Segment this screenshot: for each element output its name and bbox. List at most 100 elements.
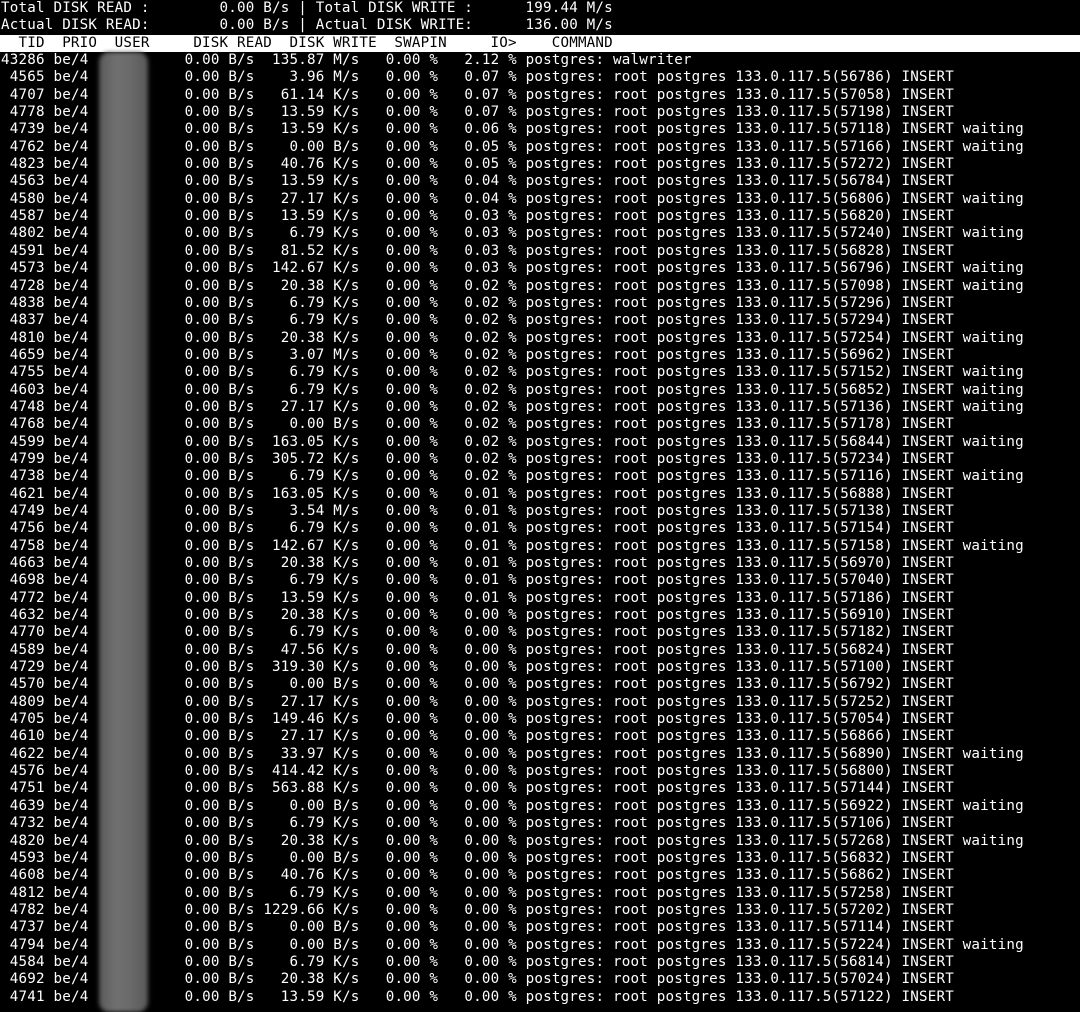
process-row[interactable]: 4732 be/4 0.00 B/s 6.79 K/s 0.00 % 0.00 … <box>0 815 1080 832</box>
io-cell: 0.00 % <box>446 780 517 797</box>
process-row[interactable]: 4802 be/4 0.00 B/s 6.79 K/s 0.00 % 0.03 … <box>0 225 1080 242</box>
process-row[interactable]: 4782 be/4 0.00 B/s 1229.66 K/s 0.00 % 0.… <box>0 902 1080 919</box>
process-row[interactable]: 4729 be/4 0.00 B/s 319.30 K/s 0.00 % 0.0… <box>0 659 1080 676</box>
process-row[interactable]: 4570 be/4 0.00 B/s 0.00 B/s 0.00 % 0.00 … <box>0 676 1080 693</box>
process-row[interactable]: 4762 be/4 0.00 B/s 0.00 B/s 0.00 % 0.05 … <box>0 139 1080 156</box>
process-row[interactable]: 4768 be/4 0.00 B/s 0.00 B/s 0.00 % 0.02 … <box>0 416 1080 433</box>
process-row[interactable]: 4812 be/4 0.00 B/s 6.79 K/s 0.00 % 0.00 … <box>0 885 1080 902</box>
command-cell: postgres: root postgres 133.0.117.5(5686… <box>525 867 954 884</box>
prio-cell: be/4 <box>53 398 98 415</box>
tid-cell: 4591 <box>1 242 45 259</box>
process-row[interactable]: 4799 be/4 0.00 B/s 305.72 K/s 0.00 % 0.0… <box>0 451 1080 468</box>
process-row[interactable]: 4563 be/4 0.00 B/s 13.59 K/s 0.00 % 0.04… <box>0 173 1080 190</box>
io-cell: 0.02 % <box>446 416 517 433</box>
process-row[interactable]: 4639 be/4 0.00 B/s 0.00 B/s 0.00 % 0.00 … <box>0 798 1080 815</box>
io-cell: 0.01 % <box>446 555 517 571</box>
process-row[interactable]: 4692 be/4 0.00 B/s 20.38 K/s 0.00 % 0.00… <box>0 971 1080 988</box>
process-row[interactable]: 4748 be/4 0.00 B/s 27.17 K/s 0.00 % 0.02… <box>0 399 1080 416</box>
process-row[interactable]: 4838 be/4 0.00 B/s 6.79 K/s 0.00 % 0.02 … <box>0 295 1080 312</box>
prio-cell: be/4 <box>53 641 98 658</box>
io-cell: 0.02 % <box>446 312 517 329</box>
tid-cell: 4599 <box>1 433 45 450</box>
process-row[interactable]: 4591 be/4 0.00 B/s 81.52 K/s 0.00 % 0.03… <box>0 243 1080 260</box>
process-row[interactable]: 4659 be/4 0.00 B/s 3.07 M/s 0.00 % 0.02 … <box>0 347 1080 364</box>
command-cell: postgres: root postgres 133.0.117.5(5724… <box>525 225 1024 242</box>
prio-cell: be/4 <box>53 381 98 398</box>
process-row[interactable]: 4820 be/4 0.00 B/s 20.38 K/s 0.00 % 0.00… <box>0 833 1080 850</box>
prio-cell: be/4 <box>53 936 98 953</box>
tid-cell: 4580 <box>1 190 45 207</box>
io-cell: 0.01 % <box>446 537 517 554</box>
process-row[interactable]: 4573 be/4 0.00 B/s 142.67 K/s 0.00 % 0.0… <box>0 260 1080 277</box>
process-row[interactable]: 4738 be/4 0.00 B/s 6.79 K/s 0.00 % 0.02 … <box>0 468 1080 485</box>
swapin-cell: 0.00 % <box>368 260 439 277</box>
swapin-cell: 0.00 % <box>368 52 439 69</box>
process-row[interactable]: 4770 be/4 0.00 B/s 6.79 K/s 0.00 % 0.00 … <box>0 624 1080 641</box>
process-row[interactable]: 4772 be/4 0.00 B/s 13.59 K/s 0.00 % 0.01… <box>0 590 1080 607</box>
prio-cell: be/4 <box>53 312 98 329</box>
swapin-cell: 0.00 % <box>368 589 439 606</box>
tid-cell: 4738 <box>1 468 45 485</box>
prio-cell: be/4 <box>53 485 98 502</box>
swapin-cell: 0.00 % <box>368 69 439 86</box>
tid-cell: 4632 <box>1 607 45 624</box>
process-row[interactable]: 4794 be/4 0.00 B/s 0.00 B/s 0.00 % 0.00 … <box>0 937 1080 954</box>
swapin-cell: 0.00 % <box>368 849 439 866</box>
prio-cell: be/4 <box>53 867 98 884</box>
process-row[interactable]: 4608 be/4 0.00 B/s 40.76 K/s 0.00 % 0.00… <box>0 867 1080 884</box>
process-row[interactable]: 4749 be/4 0.00 B/s 3.54 M/s 0.00 % 0.01 … <box>0 503 1080 520</box>
process-row[interactable]: 4663 be/4 0.00 B/s 20.38 K/s 0.00 % 0.01… <box>0 555 1080 572</box>
process-row[interactable]: 4741 be/4 0.00 B/s 13.59 K/s 0.00 % 0.00… <box>0 989 1080 1006</box>
process-row[interactable]: 4809 be/4 0.00 B/s 27.17 K/s 0.00 % 0.00… <box>0 694 1080 711</box>
process-row[interactable]: 4580 be/4 0.00 B/s 27.17 K/s 0.00 % 0.04… <box>0 191 1080 208</box>
io-cell: 0.00 % <box>446 815 517 832</box>
process-row[interactable]: 4565 be/4 0.00 B/s 3.96 M/s 0.00 % 0.07 … <box>0 69 1080 86</box>
io-cell: 0.05 % <box>446 156 517 173</box>
process-row[interactable]: 4755 be/4 0.00 B/s 6.79 K/s 0.00 % 0.02 … <box>0 364 1080 381</box>
command-cell: postgres: root postgres 133.0.117.5(5682… <box>525 208 954 225</box>
process-row[interactable]: 4593 be/4 0.00 B/s 0.00 B/s 0.00 % 0.00 … <box>0 850 1080 867</box>
io-cell: 0.07 % <box>446 86 517 103</box>
process-row[interactable]: 4837 be/4 0.00 B/s 6.79 K/s 0.00 % 0.02 … <box>0 312 1080 329</box>
process-row[interactable]: 4610 be/4 0.00 B/s 27.17 K/s 0.00 % 0.00… <box>0 728 1080 745</box>
prio-cell: be/4 <box>53 502 98 519</box>
process-row[interactable]: 4576 be/4 0.00 B/s 414.42 K/s 0.00 % 0.0… <box>0 763 1080 780</box>
swapin-cell: 0.00 % <box>368 520 439 537</box>
swapin-cell: 0.00 % <box>368 433 439 450</box>
disk-write-cell: 142.67 K/s <box>263 537 360 554</box>
process-row[interactable]: 4698 be/4 0.00 B/s 6.79 K/s 0.00 % 0.01 … <box>0 572 1080 589</box>
io-cell: 0.03 % <box>446 208 517 225</box>
swapin-cell: 0.00 % <box>368 815 439 832</box>
process-row[interactable]: 43286 be/4 0.00 B/s 135.87 M/s 0.00 % 2.… <box>0 52 1080 69</box>
tid-cell: 4748 <box>1 398 45 415</box>
tid-cell: 4737 <box>1 919 45 936</box>
tid-cell: 4621 <box>1 485 45 502</box>
process-row[interactable]: 4739 be/4 0.00 B/s 13.59 K/s 0.00 % 0.06… <box>0 121 1080 138</box>
io-cell: 0.00 % <box>446 953 517 970</box>
process-row[interactable]: 4589 be/4 0.00 B/s 47.56 K/s 0.00 % 0.00… <box>0 642 1080 659</box>
process-row[interactable]: 4622 be/4 0.00 B/s 33.97 K/s 0.00 % 0.00… <box>0 746 1080 763</box>
process-row[interactable]: 4737 be/4 0.00 B/s 0.00 B/s 0.00 % 0.00 … <box>0 919 1080 936</box>
process-row[interactable]: 4632 be/4 0.00 B/s 20.38 K/s 0.00 % 0.00… <box>0 607 1080 624</box>
process-row[interactable]: 4758 be/4 0.00 B/s 142.67 K/s 0.00 % 0.0… <box>0 538 1080 555</box>
process-row[interactable]: 4728 be/4 0.00 B/s 20.38 K/s 0.00 % 0.02… <box>0 278 1080 295</box>
process-row[interactable]: 4621 be/4 0.00 B/s 163.05 K/s 0.00 % 0.0… <box>0 486 1080 503</box>
prio-cell: be/4 <box>53 624 98 641</box>
process-row[interactable]: 4599 be/4 0.00 B/s 163.05 K/s 0.00 % 0.0… <box>0 434 1080 451</box>
process-row[interactable]: 4705 be/4 0.00 B/s 149.46 K/s 0.00 % 0.0… <box>0 711 1080 728</box>
prio-cell: be/4 <box>53 69 98 86</box>
column-header-bar[interactable]: TID PRIO USER DISK READ DISK WRITE SWAPI… <box>0 34 1080 53</box>
command-cell: postgres: root postgres 133.0.117.5(5705… <box>525 711 954 728</box>
process-row[interactable]: 4756 be/4 0.00 B/s 6.79 K/s 0.00 % 0.01 … <box>0 520 1080 537</box>
tid-cell: 4837 <box>1 312 45 329</box>
prio-cell: be/4 <box>53 468 98 485</box>
process-row[interactable]: 4751 be/4 0.00 B/s 563.88 K/s 0.00 % 0.0… <box>0 780 1080 797</box>
process-row[interactable]: 4823 be/4 0.00 B/s 40.76 K/s 0.00 % 0.05… <box>0 156 1080 173</box>
process-row[interactable]: 4603 be/4 0.00 B/s 6.79 K/s 0.00 % 0.02 … <box>0 382 1080 399</box>
process-row[interactable]: 4587 be/4 0.00 B/s 13.59 K/s 0.00 % 0.03… <box>0 208 1080 225</box>
process-row[interactable]: 4584 be/4 0.00 B/s 6.79 K/s 0.00 % 0.00 … <box>0 954 1080 971</box>
process-row[interactable]: 4707 be/4 0.00 B/s 61.14 K/s 0.00 % 0.07… <box>0 87 1080 104</box>
command-cell: postgres: root postgres 133.0.117.5(5716… <box>525 138 1024 155</box>
process-row[interactable]: 4778 be/4 0.00 B/s 13.59 K/s 0.00 % 0.07… <box>0 104 1080 121</box>
process-row[interactable]: 4810 be/4 0.00 B/s 20.38 K/s 0.00 % 0.02… <box>0 330 1080 347</box>
